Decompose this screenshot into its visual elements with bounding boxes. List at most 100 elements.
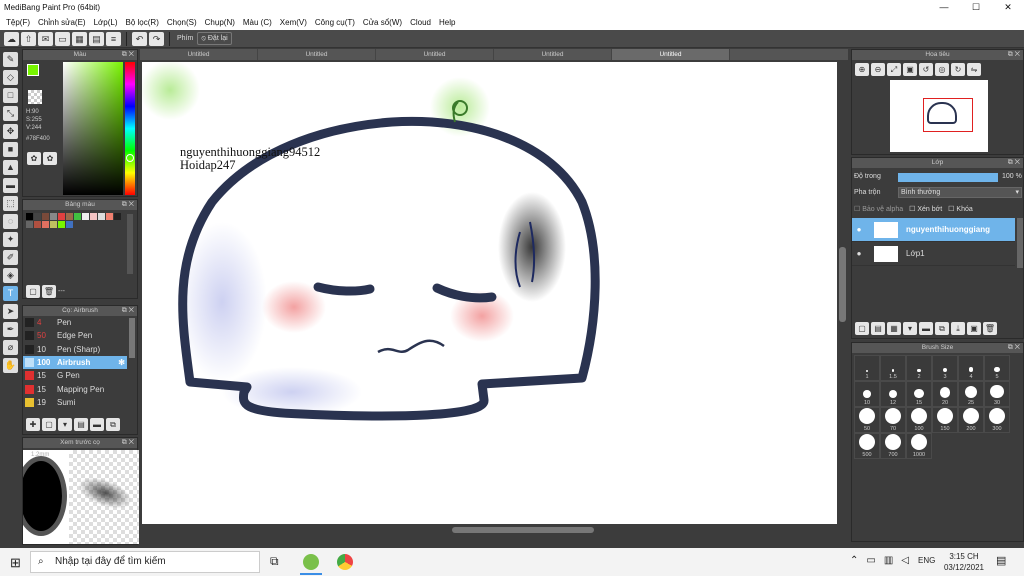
- transparent-color-swatch[interactable]: [28, 90, 42, 104]
- comment-icon[interactable]: ✉: [38, 31, 53, 46]
- brush-size-option[interactable]: 150: [932, 407, 958, 433]
- network-icon[interactable]: ▥: [884, 555, 893, 566]
- brush-item[interactable]: 19 Sumi: [23, 396, 127, 409]
- new-8bit-layer-icon[interactable]: ▦: [887, 322, 901, 335]
- vertical-scrollbar[interactable]: [838, 62, 848, 524]
- brush-size-option[interactable]: 500: [854, 433, 880, 459]
- drawing-canvas[interactable]: nguyenthihuonggiang94512 Hoidap247: [140, 60, 837, 524]
- tab-untitled-5[interactable]: Untitled: [612, 49, 730, 60]
- eyedropper-tool-icon[interactable]: ⌀: [3, 340, 18, 355]
- brush-size-option[interactable]: 70: [880, 407, 906, 433]
- palette-swatch[interactable]: [106, 213, 113, 220]
- palette-swatch[interactable]: [58, 221, 65, 228]
- brush-item[interactable]: 15 G Pen: [23, 369, 127, 382]
- palette-swatch[interactable]: [26, 221, 33, 228]
- zoom-in-icon[interactable]: ⊕: [855, 63, 869, 76]
- menu-snap[interactable]: Chụp(N): [201, 15, 239, 30]
- zoom-out-icon[interactable]: ⊖: [871, 63, 885, 76]
- horizontal-scrollbar[interactable]: [142, 525, 838, 535]
- menu-select[interactable]: Chọn(S): [163, 15, 201, 30]
- volume-icon[interactable]: ◁: [901, 555, 909, 566]
- rotate-left-icon[interactable]: ↺: [919, 63, 933, 76]
- minimize-button[interactable]: —: [928, 0, 960, 15]
- visibility-icon[interactable]: ●: [852, 225, 866, 234]
- panel-options-icon[interactable]: ⧉ ✕: [122, 306, 134, 316]
- chrome-app-icon[interactable]: [337, 554, 353, 570]
- palette-swatch[interactable]: [114, 213, 121, 220]
- layer-item[interactable]: ● Lớp1: [852, 242, 1015, 266]
- eraser-tool-icon[interactable]: ◇: [3, 70, 18, 85]
- menu-view[interactable]: Xem(V): [276, 15, 311, 30]
- palette-swatch[interactable]: [90, 213, 97, 220]
- brush-settings-icon[interactable]: ✻: [118, 358, 125, 367]
- menu-color[interactable]: Màu (C): [239, 15, 276, 30]
- layer-list-scrollbar[interactable]: [1017, 218, 1023, 268]
- layout-icon[interactable]: ▤: [89, 31, 104, 46]
- palette-icon[interactable]: ✿: [27, 152, 41, 165]
- panel-options-icon[interactable]: ⧉ ✕: [1008, 158, 1020, 168]
- notification-icon[interactable]: ▤: [996, 554, 1006, 567]
- blend-mode-select[interactable]: Bình thường ▾: [898, 187, 1022, 198]
- vertical-scroll-thumb[interactable]: [839, 247, 846, 322]
- brush-size-option[interactable]: 5: [984, 355, 1010, 381]
- undo-icon[interactable]: ↶: [132, 31, 147, 46]
- menu-cloud[interactable]: Cloud: [406, 15, 435, 30]
- new-halftone-layer-icon[interactable]: ▤: [871, 322, 885, 335]
- add-layer-options-icon[interactable]: ▾: [903, 322, 917, 335]
- select-pen-tool-icon[interactable]: ✐: [3, 250, 18, 265]
- protect-alpha-checkbox[interactable]: ☐ Bảo vệ alpha: [854, 205, 903, 213]
- duplicate-icon[interactable]: ⧉: [106, 418, 120, 431]
- menu-help[interactable]: Help: [435, 15, 459, 30]
- folder-icon[interactable]: ▬: [90, 418, 104, 431]
- tab-untitled-2[interactable]: Untitled: [258, 49, 376, 60]
- gradient-tool-icon[interactable]: ▬: [3, 178, 18, 193]
- panel-options-icon[interactable]: ⧉ ✕: [122, 50, 134, 60]
- import-brush-icon[interactable]: ▤: [74, 418, 88, 431]
- palette-swatch[interactable]: [74, 213, 81, 220]
- palette-swatch[interactable]: [34, 213, 41, 220]
- fill-rect-tool-icon[interactable]: ■: [3, 142, 18, 157]
- rotate-right-icon[interactable]: ↻: [951, 63, 965, 76]
- actual-size-icon[interactable]: ▣: [903, 63, 917, 76]
- brush-size-option[interactable]: 25: [958, 381, 984, 407]
- brush-size-option[interactable]: 100: [906, 407, 932, 433]
- panel-options-icon[interactable]: ⧉ ✕: [122, 438, 134, 448]
- palette-swatch[interactable]: [34, 221, 41, 228]
- visibility-icon[interactable]: ●: [852, 249, 866, 258]
- brush-size-option[interactable]: 4: [958, 355, 984, 381]
- palette-swatch[interactable]: [50, 221, 57, 228]
- brush-tool-icon[interactable]: ✎: [3, 52, 18, 67]
- palette-scrollbar[interactable]: [127, 214, 133, 274]
- menu-layer[interactable]: Lớp(L): [90, 15, 122, 30]
- operation-tool-icon[interactable]: ➤: [3, 304, 18, 319]
- brush-size-option[interactable]: 30: [984, 381, 1010, 407]
- copy-brush-icon[interactable]: ▢: [42, 418, 56, 431]
- palette-swatch[interactable]: [98, 213, 105, 220]
- select-eraser-tool-icon[interactable]: ◈: [3, 268, 18, 283]
- magic-wand-tool-icon[interactable]: ✦: [3, 232, 18, 247]
- navigator-thumbnail[interactable]: [890, 80, 988, 152]
- clipping-checkbox[interactable]: ☐ Xén bớt: [909, 205, 942, 213]
- delete-layer-icon[interactable]: 🗑: [983, 322, 997, 335]
- brush-size-option[interactable]: 3: [932, 355, 958, 381]
- maximize-button[interactable]: ☐: [960, 0, 992, 15]
- brush-item[interactable]: 4 Pen: [23, 316, 127, 329]
- panel-options-icon[interactable]: ⧉ ✕: [1008, 50, 1020, 60]
- brush-size-option[interactable]: 2: [906, 355, 932, 381]
- windows-start-icon[interactable]: ⊞: [10, 555, 21, 571]
- menu-list-icon[interactable]: ≡: [106, 31, 121, 46]
- battery-icon[interactable]: ▭: [866, 555, 875, 566]
- brush-size-option[interactable]: 12: [880, 381, 906, 407]
- rectangle-tool-icon[interactable]: □: [3, 88, 18, 103]
- panel-options-icon[interactable]: ⧉ ✕: [1008, 343, 1020, 353]
- brush-size-option[interactable]: 1: [854, 355, 880, 381]
- palette-swatch[interactable]: [66, 221, 73, 228]
- cloud-icon[interactable]: ☁: [4, 31, 19, 46]
- delete-palette-icon[interactable]: 🗑: [42, 285, 56, 298]
- brush-size-option[interactable]: 50: [854, 407, 880, 433]
- grid-icon[interactable]: ▦: [72, 31, 87, 46]
- text-tool-icon[interactable]: T: [3, 286, 18, 301]
- task-view-icon[interactable]: ⧉: [270, 554, 279, 569]
- new-layer-icon[interactable]: ▢: [855, 322, 869, 335]
- panel-options-icon[interactable]: ⧉ ✕: [122, 200, 134, 210]
